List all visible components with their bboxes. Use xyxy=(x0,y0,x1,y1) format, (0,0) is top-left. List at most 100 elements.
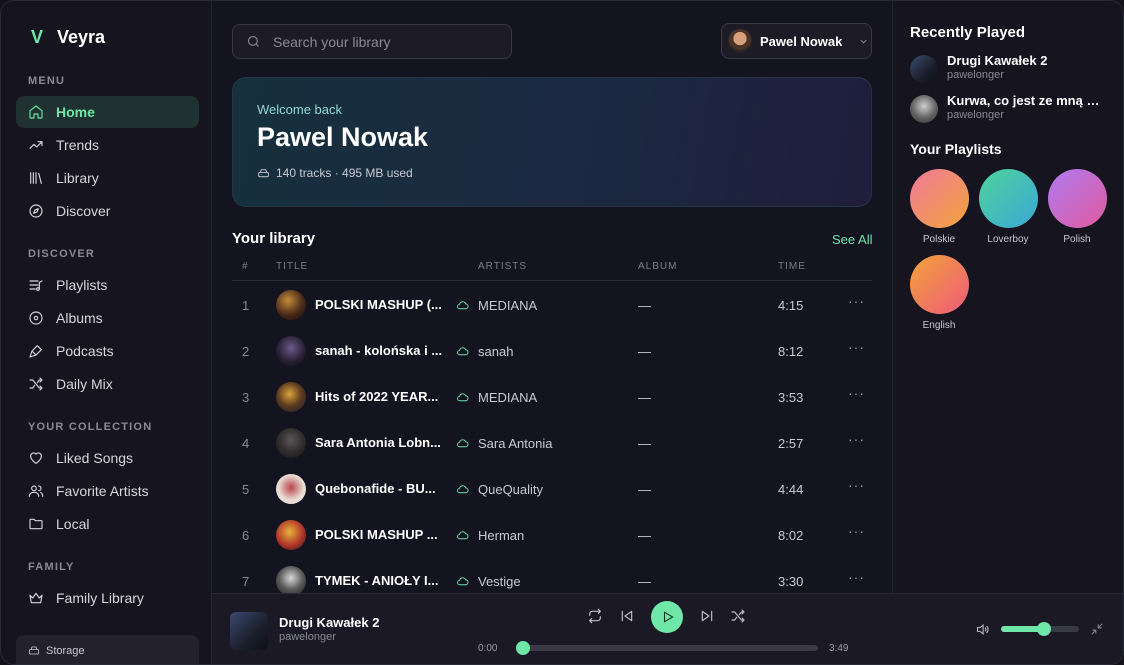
track-time: 8:12 xyxy=(778,344,804,359)
table-row[interactable]: 3 Hits of 2022 YEAR... MEDIANA — 3:53 ··… xyxy=(232,374,872,420)
sidebar-item-albums[interactable]: Albums xyxy=(16,302,199,334)
track-artist[interactable]: Sara Antonia xyxy=(478,436,552,451)
sidebar-item-label: Library xyxy=(56,170,99,186)
progress-handle[interactable] xyxy=(516,641,530,655)
table-row[interactable]: 5 Quebonafide - BU... QueQuality — 4:44 … xyxy=(232,466,872,512)
volume-slider[interactable] xyxy=(1001,622,1079,636)
recent-artist: pawelonger xyxy=(947,109,1004,121)
playlist-label: Loverboy xyxy=(987,234,1029,245)
storage-label: Storage xyxy=(46,645,85,657)
recently-played-title: Recently Played xyxy=(910,24,1026,41)
main-content: Pawel Nowak Welcome back Pawel Nowak 140… xyxy=(212,1,892,596)
sidebar-item-library[interactable]: Library xyxy=(16,162,199,194)
section-title-discover: DISCOVER xyxy=(28,248,96,260)
see-all-link[interactable]: See All xyxy=(832,232,872,247)
track-number: 6 xyxy=(242,528,250,543)
sidebar-item-playlists[interactable]: Playlists xyxy=(16,269,199,301)
more-options-button[interactable]: ··· xyxy=(848,431,865,447)
track-artist[interactable]: Vestige xyxy=(478,574,521,589)
brand[interactable]: V Veyra xyxy=(31,27,105,48)
play-button[interactable] xyxy=(651,601,683,633)
recent-title: Kurwa, co jest ze mną ni... xyxy=(947,93,1107,108)
sidebar-item-favorite-artists[interactable]: Favorite Artists xyxy=(16,475,199,507)
track-artist[interactable]: sanah xyxy=(478,344,513,359)
sidebar-item-discover[interactable]: Discover xyxy=(16,195,199,227)
progress-bar[interactable] xyxy=(516,641,818,655)
player-bar: Drugi Kawałek 2 pawelonger 0:00 3:49 xyxy=(212,593,1123,664)
recent-item[interactable]: Kurwa, co jest ze mną ni... pawelonger xyxy=(910,93,1110,127)
user-name: Pawel Nowak xyxy=(760,33,843,49)
disc-icon xyxy=(29,311,43,325)
table-row[interactable]: 6 POLSKI MASHUP ... Herman — 8:02 ··· xyxy=(232,512,872,558)
recent-item[interactable]: Drugi Kawałek 2 pawelonger xyxy=(910,53,1110,87)
track-album: — xyxy=(638,390,651,405)
track-title: sanah - kolońska i ... xyxy=(315,343,443,358)
more-options-button[interactable]: ··· xyxy=(848,523,865,539)
welcome-banner: Welcome back Pawel Nowak 140 tracks · 49… xyxy=(232,77,872,207)
previous-icon[interactable] xyxy=(619,608,635,624)
sidebar-item-label: Albums xyxy=(56,310,103,326)
table-row[interactable]: 2 sanah - kolońska i ... sanah — 8:12 ··… xyxy=(232,328,872,374)
library-stats-text: 140 tracks · 495 MB used xyxy=(276,166,413,180)
track-album: — xyxy=(638,298,651,313)
track-artist[interactable]: QueQuality xyxy=(478,482,543,497)
sidebar-item-liked-songs[interactable]: Liked Songs xyxy=(16,442,199,474)
cloud-icon xyxy=(457,485,469,494)
more-options-button[interactable]: ··· xyxy=(848,385,865,401)
track-artist[interactable]: MEDIANA xyxy=(478,298,537,313)
search-input[interactable] xyxy=(273,33,493,50)
playlist-card[interactable]: English xyxy=(909,255,969,331)
more-options-button[interactable]: ··· xyxy=(848,569,865,585)
collapse-icon[interactable] xyxy=(1090,622,1104,636)
track-artist[interactable]: Herman xyxy=(478,528,524,543)
track-album: — xyxy=(638,436,651,451)
more-options-button[interactable]: ··· xyxy=(848,339,865,355)
track-album: — xyxy=(638,574,651,589)
sidebar-item-trends[interactable]: Trends xyxy=(16,129,199,161)
trend-icon xyxy=(29,141,43,149)
column-header-title[interactable]: TITLE xyxy=(276,261,308,272)
sidebar-item-label: Playlists xyxy=(56,277,108,293)
storage-card[interactable]: Storage xyxy=(16,635,199,664)
drive-icon xyxy=(258,168,269,177)
sidebar-item-podcasts[interactable]: Podcasts xyxy=(16,335,199,367)
track-time: 3:53 xyxy=(778,390,804,405)
track-number: 3 xyxy=(242,390,250,405)
playlist-cover xyxy=(909,169,969,228)
user-menu-button[interactable]: Pawel Nowak xyxy=(721,23,872,59)
track-thumbnail xyxy=(276,290,306,320)
table-row[interactable]: 1 POLSKI MASHUP (... MEDIANA — 4:15 ··· xyxy=(232,282,872,328)
volume-handle[interactable] xyxy=(1036,622,1051,636)
column-header-artists[interactable]: ARTISTS xyxy=(478,261,527,272)
sidebar-item-local[interactable]: Local xyxy=(16,508,199,540)
column-header-time[interactable]: TIME xyxy=(778,261,806,272)
repeat-icon[interactable] xyxy=(587,608,603,624)
search-box[interactable] xyxy=(232,24,512,59)
playlist-cover xyxy=(1047,169,1107,228)
folder-icon xyxy=(29,518,43,530)
recent-artist: pawelonger xyxy=(947,69,1004,81)
playlist-card[interactable]: Polskie xyxy=(909,169,969,245)
cloud-icon xyxy=(457,577,469,586)
welcome-label: Welcome back xyxy=(257,102,343,117)
column-header-album[interactable]: ALBUM xyxy=(638,261,677,272)
sidebar-item-home[interactable]: Home xyxy=(16,96,199,128)
cloud-icon xyxy=(457,393,469,402)
sidebar-item-label: Trends xyxy=(56,137,100,153)
app-window: V Veyra MENU Home Trends Library Discove… xyxy=(0,0,1124,665)
playlist-card[interactable]: Loverboy xyxy=(978,169,1038,245)
sidebar-item-family-library[interactable]: Family Library xyxy=(16,582,199,614)
more-options-button[interactable]: ··· xyxy=(848,477,865,493)
playlist-card[interactable]: Polish xyxy=(1047,169,1107,245)
now-playing-title: Drugi Kawałek 2 xyxy=(279,615,380,630)
track-number: 2 xyxy=(242,344,250,359)
sidebar-item-daily-mix[interactable]: Daily Mix xyxy=(16,368,199,400)
now-playing-cover xyxy=(230,612,268,650)
volume-icon[interactable] xyxy=(975,622,990,637)
track-artist[interactable]: MEDIANA xyxy=(478,390,537,405)
more-options-button[interactable]: ··· xyxy=(848,293,865,309)
table-header: # TITLE ARTISTS ALBUM TIME xyxy=(232,259,872,281)
next-icon[interactable] xyxy=(699,608,715,624)
table-row[interactable]: 4 Sara Antonia Lobn... Sara Antonia — 2:… xyxy=(232,420,872,466)
shuffle-icon[interactable] xyxy=(730,608,746,624)
